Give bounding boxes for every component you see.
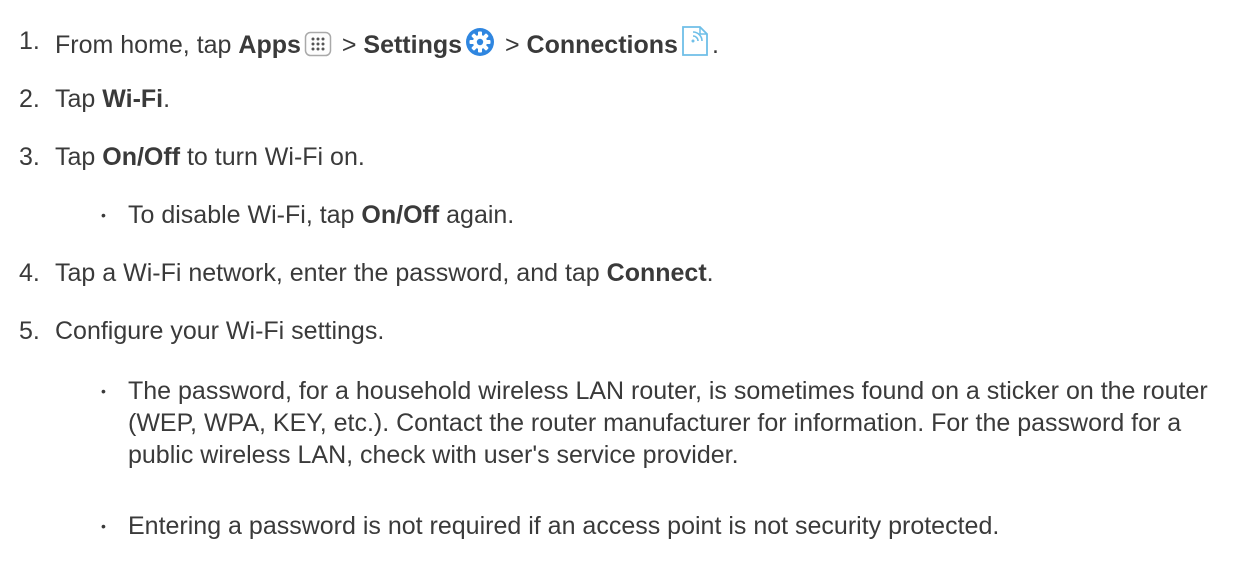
period: . (163, 85, 171, 113)
period: . (711, 31, 719, 59)
step-text: Configure your Wi-Fi settings. (55, 317, 385, 345)
step-text: Tap a Wi-Fi network, enter the password,… (55, 259, 607, 287)
step-number: 1. (19, 27, 40, 55)
step-text: to turn Wi-Fi on. (180, 143, 365, 171)
connections-icon (681, 25, 709, 65)
separator: > (334, 31, 364, 59)
step-number: 2. (19, 85, 40, 113)
bullet: • (101, 518, 106, 534)
step-text: Tap (55, 85, 103, 113)
step-number: 5. (19, 317, 40, 345)
bullet-text: again. (439, 201, 515, 229)
connections-label: Connections (526, 31, 678, 59)
bullet-text: To disable Wi-Fi, tap (128, 201, 362, 229)
settings-gear-icon (465, 27, 495, 65)
step-5-bullet-2: Entering a password is not required if a… (128, 512, 1000, 540)
instruction-document: 1. From home, tap Apps > Settings > Conn… (0, 0, 1245, 562)
connect-label: Connect (606, 259, 707, 287)
wifi-label: Wi-Fi (102, 85, 164, 113)
onoff-label: On/Off (361, 201, 440, 229)
bullet: • (101, 207, 106, 223)
apps-label: Apps (238, 31, 301, 59)
bullet: • (101, 383, 106, 399)
separator: > (498, 31, 527, 59)
step-5-bullet-1: The password, for a household wireless L… (128, 377, 1208, 469)
onoff-label: On/Off (102, 143, 181, 171)
step-text: Tap (55, 143, 103, 171)
period: . (706, 259, 714, 287)
apps-grid-icon (304, 31, 332, 65)
step-number: 4. (19, 259, 40, 287)
step-number: 3. (19, 143, 40, 171)
step-text: From home, tap (55, 31, 239, 59)
settings-label: Settings (363, 31, 463, 59)
